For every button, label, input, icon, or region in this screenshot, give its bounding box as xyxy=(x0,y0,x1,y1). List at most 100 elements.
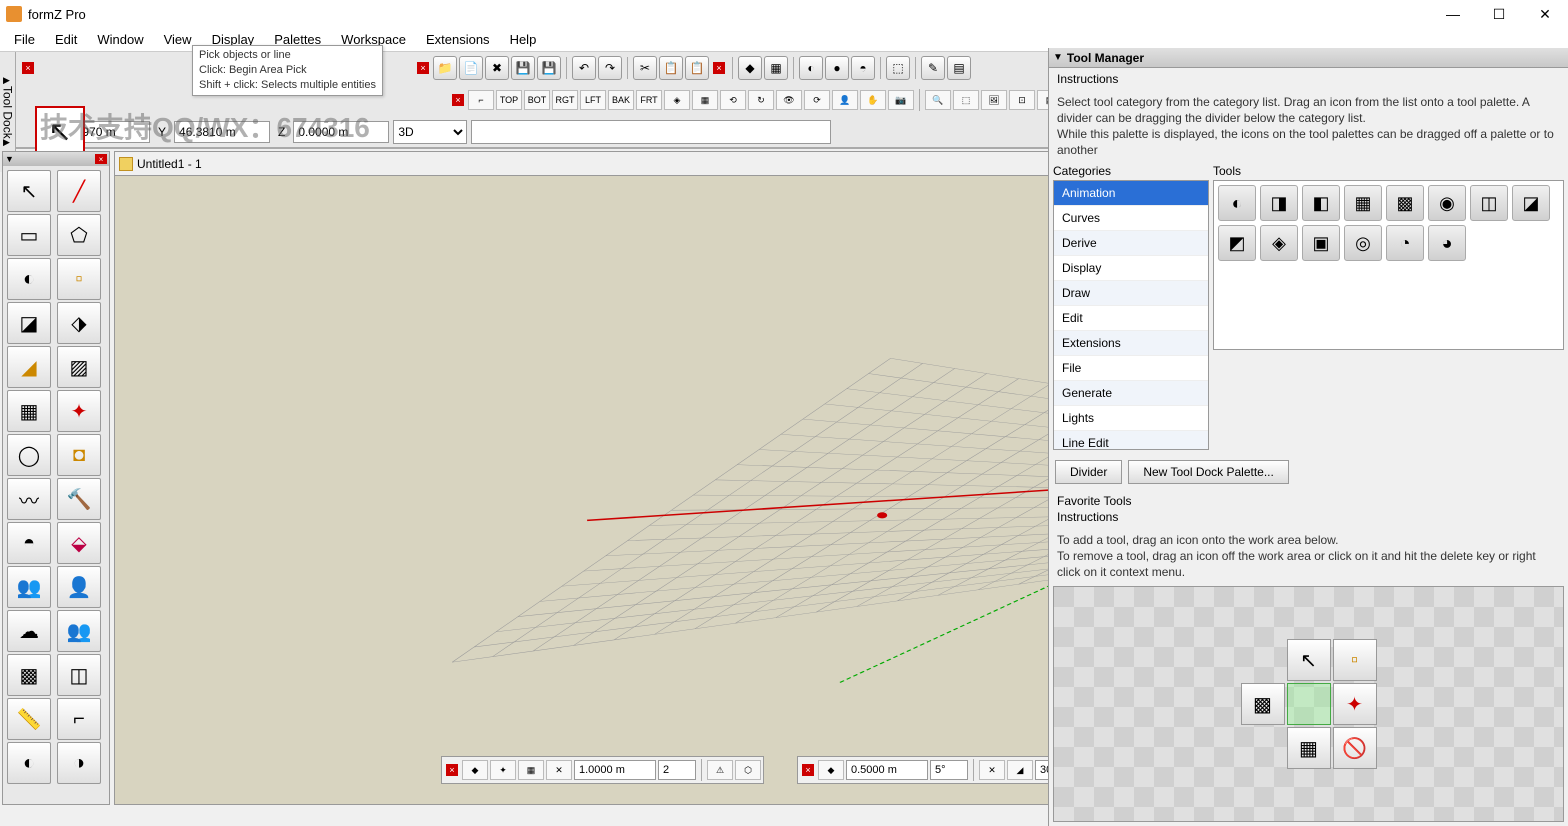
snap-input[interactable] xyxy=(846,760,928,780)
category-item[interactable]: Derive xyxy=(1054,231,1208,256)
tool-icon[interactable]: ⌐ xyxy=(57,698,101,740)
close-icon[interactable]: × xyxy=(452,94,464,106)
view-icon[interactable]: ⬚ xyxy=(953,90,979,110)
toolbar-icon[interactable]: 💾 xyxy=(537,56,561,80)
collapse-icon[interactable]: ▼ xyxy=(1053,52,1063,63)
paste-icon[interactable]: 📋 xyxy=(685,56,709,80)
category-item[interactable]: Edit xyxy=(1054,306,1208,331)
angle-input[interactable] xyxy=(930,760,968,780)
grid-size-input[interactable] xyxy=(574,760,656,780)
tool-icon[interactable]: ◫ xyxy=(57,654,101,696)
view-icon[interactable]: 📷 xyxy=(888,90,914,110)
tool-icon[interactable]: ✦ xyxy=(490,760,516,780)
tool-grid-icon[interactable]: ▩ xyxy=(1386,185,1424,221)
box-tool[interactable]: ▫ xyxy=(57,258,101,300)
view-frt[interactable]: FRT xyxy=(636,90,662,110)
toolbar-icon[interactable]: 📁 xyxy=(433,56,457,80)
maximize-button[interactable]: ☐ xyxy=(1476,0,1522,28)
menu-extensions[interactable]: Extensions xyxy=(416,29,500,50)
toolbar-icon[interactable]: ✎ xyxy=(921,56,945,80)
tool-icon[interactable]: 👤 xyxy=(57,566,101,608)
favorite-tools-area[interactable]: ↖ ▫ ▩ ✦ ▦ 🚫 xyxy=(1053,586,1564,822)
collapse-icon[interactable]: ▼ xyxy=(5,154,14,164)
poly-tool[interactable]: ⬠ xyxy=(57,214,101,256)
view-icon[interactable]: ↻ xyxy=(748,90,774,110)
tool-icon[interactable]: ◓ xyxy=(7,522,51,564)
category-item[interactable]: Display xyxy=(1054,256,1208,281)
toolbar-icon[interactable]: ⬚ xyxy=(886,56,910,80)
close-icon[interactable]: × xyxy=(446,764,458,776)
tool-grid-icon[interactable]: ◫ xyxy=(1470,185,1508,221)
tool-icon[interactable]: ◆ xyxy=(818,760,844,780)
fav-tool[interactable]: ↖ xyxy=(1287,639,1331,681)
copy-icon[interactable]: 📋 xyxy=(659,56,683,80)
fav-slot-empty[interactable] xyxy=(1287,683,1331,725)
tool-icon[interactable]: ✕ xyxy=(546,760,572,780)
tool-icon[interactable]: ◑ xyxy=(57,742,101,784)
tool-grid-icon[interactable]: ▣ xyxy=(1302,225,1340,261)
tool-manager-title[interactable]: ▼ Tool Manager xyxy=(1049,48,1568,68)
menu-file[interactable]: File xyxy=(4,29,45,50)
view-icon[interactable]: ⟲ xyxy=(720,90,746,110)
redo-icon[interactable]: ↷ xyxy=(598,56,622,80)
tool-grid-icon[interactable]: ◎ xyxy=(1344,225,1382,261)
pick-tool[interactable]: ↖ xyxy=(7,170,51,212)
view-bak[interactable]: BAK xyxy=(608,90,634,110)
new-palette-button[interactable]: New Tool Dock Palette... xyxy=(1128,460,1289,484)
tool-grid-icon[interactable]: ◈ xyxy=(1260,225,1298,261)
tool-icon[interactable]: ◯ xyxy=(7,434,51,476)
tool-icon[interactable]: ▦ xyxy=(7,390,51,432)
view-top[interactable]: TOP xyxy=(496,90,522,110)
category-item[interactable]: Lights xyxy=(1054,406,1208,431)
tool-icon[interactable]: 🔨 xyxy=(57,478,101,520)
menu-help[interactable]: Help xyxy=(500,29,547,50)
view-icon[interactable]: ⊡ xyxy=(1009,90,1035,110)
tool-icon[interactable]: ▩ xyxy=(7,654,51,696)
view-icon[interactable]: 👁 xyxy=(776,90,802,110)
tool-grid-icon[interactable]: ◧ xyxy=(1302,185,1340,221)
tool-grid-icon[interactable]: ◨ xyxy=(1260,185,1298,221)
divider-button[interactable]: Divider xyxy=(1055,460,1122,484)
tool-icon[interactable]: ◘ xyxy=(57,434,101,476)
view-icon[interactable]: ◈ xyxy=(664,90,690,110)
tool-icon[interactable]: ✦ xyxy=(57,390,101,432)
close-button[interactable]: ✕ xyxy=(1522,0,1568,28)
tool-grid-icon[interactable]: ◩ xyxy=(1218,225,1256,261)
toolbar-icon[interactable]: ◓ xyxy=(851,56,875,80)
tool-icon[interactable]: ◐ xyxy=(7,742,51,784)
close-icon[interactable]: × xyxy=(802,764,814,776)
cut-icon[interactable]: ✂ xyxy=(633,56,657,80)
undo-icon[interactable]: ↶ xyxy=(572,56,596,80)
category-item[interactable]: Line Edit xyxy=(1054,431,1208,450)
toolbar-icon[interactable]: ● xyxy=(825,56,849,80)
tool-icon[interactable]: ◢ xyxy=(1007,760,1033,780)
category-item[interactable]: Extensions xyxy=(1054,331,1208,356)
category-item[interactable]: Generate xyxy=(1054,381,1208,406)
tool-grid-icon[interactable]: ▦ xyxy=(1344,185,1382,221)
rect-tool[interactable]: ▭ xyxy=(7,214,51,256)
grid-div-input[interactable] xyxy=(658,760,696,780)
tool-icon[interactable]: ☁ xyxy=(7,610,51,652)
sphere-tool[interactable]: ◐ xyxy=(7,258,51,300)
tool-grid-icon[interactable]: ◔ xyxy=(1386,225,1424,261)
view-icon[interactable]: ▦ xyxy=(692,90,718,110)
category-item[interactable]: Curves xyxy=(1054,206,1208,231)
fav-tool[interactable]: ▦ xyxy=(1287,727,1331,769)
toolbar-icon[interactable]: 📄 xyxy=(459,56,483,80)
category-list[interactable]: AnimationCurvesDeriveDisplayDrawEditExte… xyxy=(1053,180,1209,450)
view-icon[interactable]: 🖼 xyxy=(981,90,1007,110)
toolbar-icon[interactable]: ✖ xyxy=(485,56,509,80)
toolbar-icon[interactable]: ▤ xyxy=(947,56,971,80)
minimize-button[interactable]: — xyxy=(1430,0,1476,28)
category-item[interactable]: Animation xyxy=(1054,181,1208,206)
fav-tool[interactable]: ▫ xyxy=(1333,639,1377,681)
tool-icon[interactable]: ◪ xyxy=(7,302,51,344)
tool-icon[interactable]: ⬗ xyxy=(57,302,101,344)
tool-icon[interactable]: ▦ xyxy=(518,760,544,780)
tool-icon[interactable]: 👥 xyxy=(7,566,51,608)
tool-grid-icon[interactable]: ◪ xyxy=(1512,185,1550,221)
toolbar-icon[interactable]: ◆ xyxy=(738,56,762,80)
tool-icon[interactable]: ◢ xyxy=(7,346,51,388)
toolbar-icon[interactable]: ▦ xyxy=(764,56,788,80)
tool-icon[interactable]: ⬙ xyxy=(57,522,101,564)
